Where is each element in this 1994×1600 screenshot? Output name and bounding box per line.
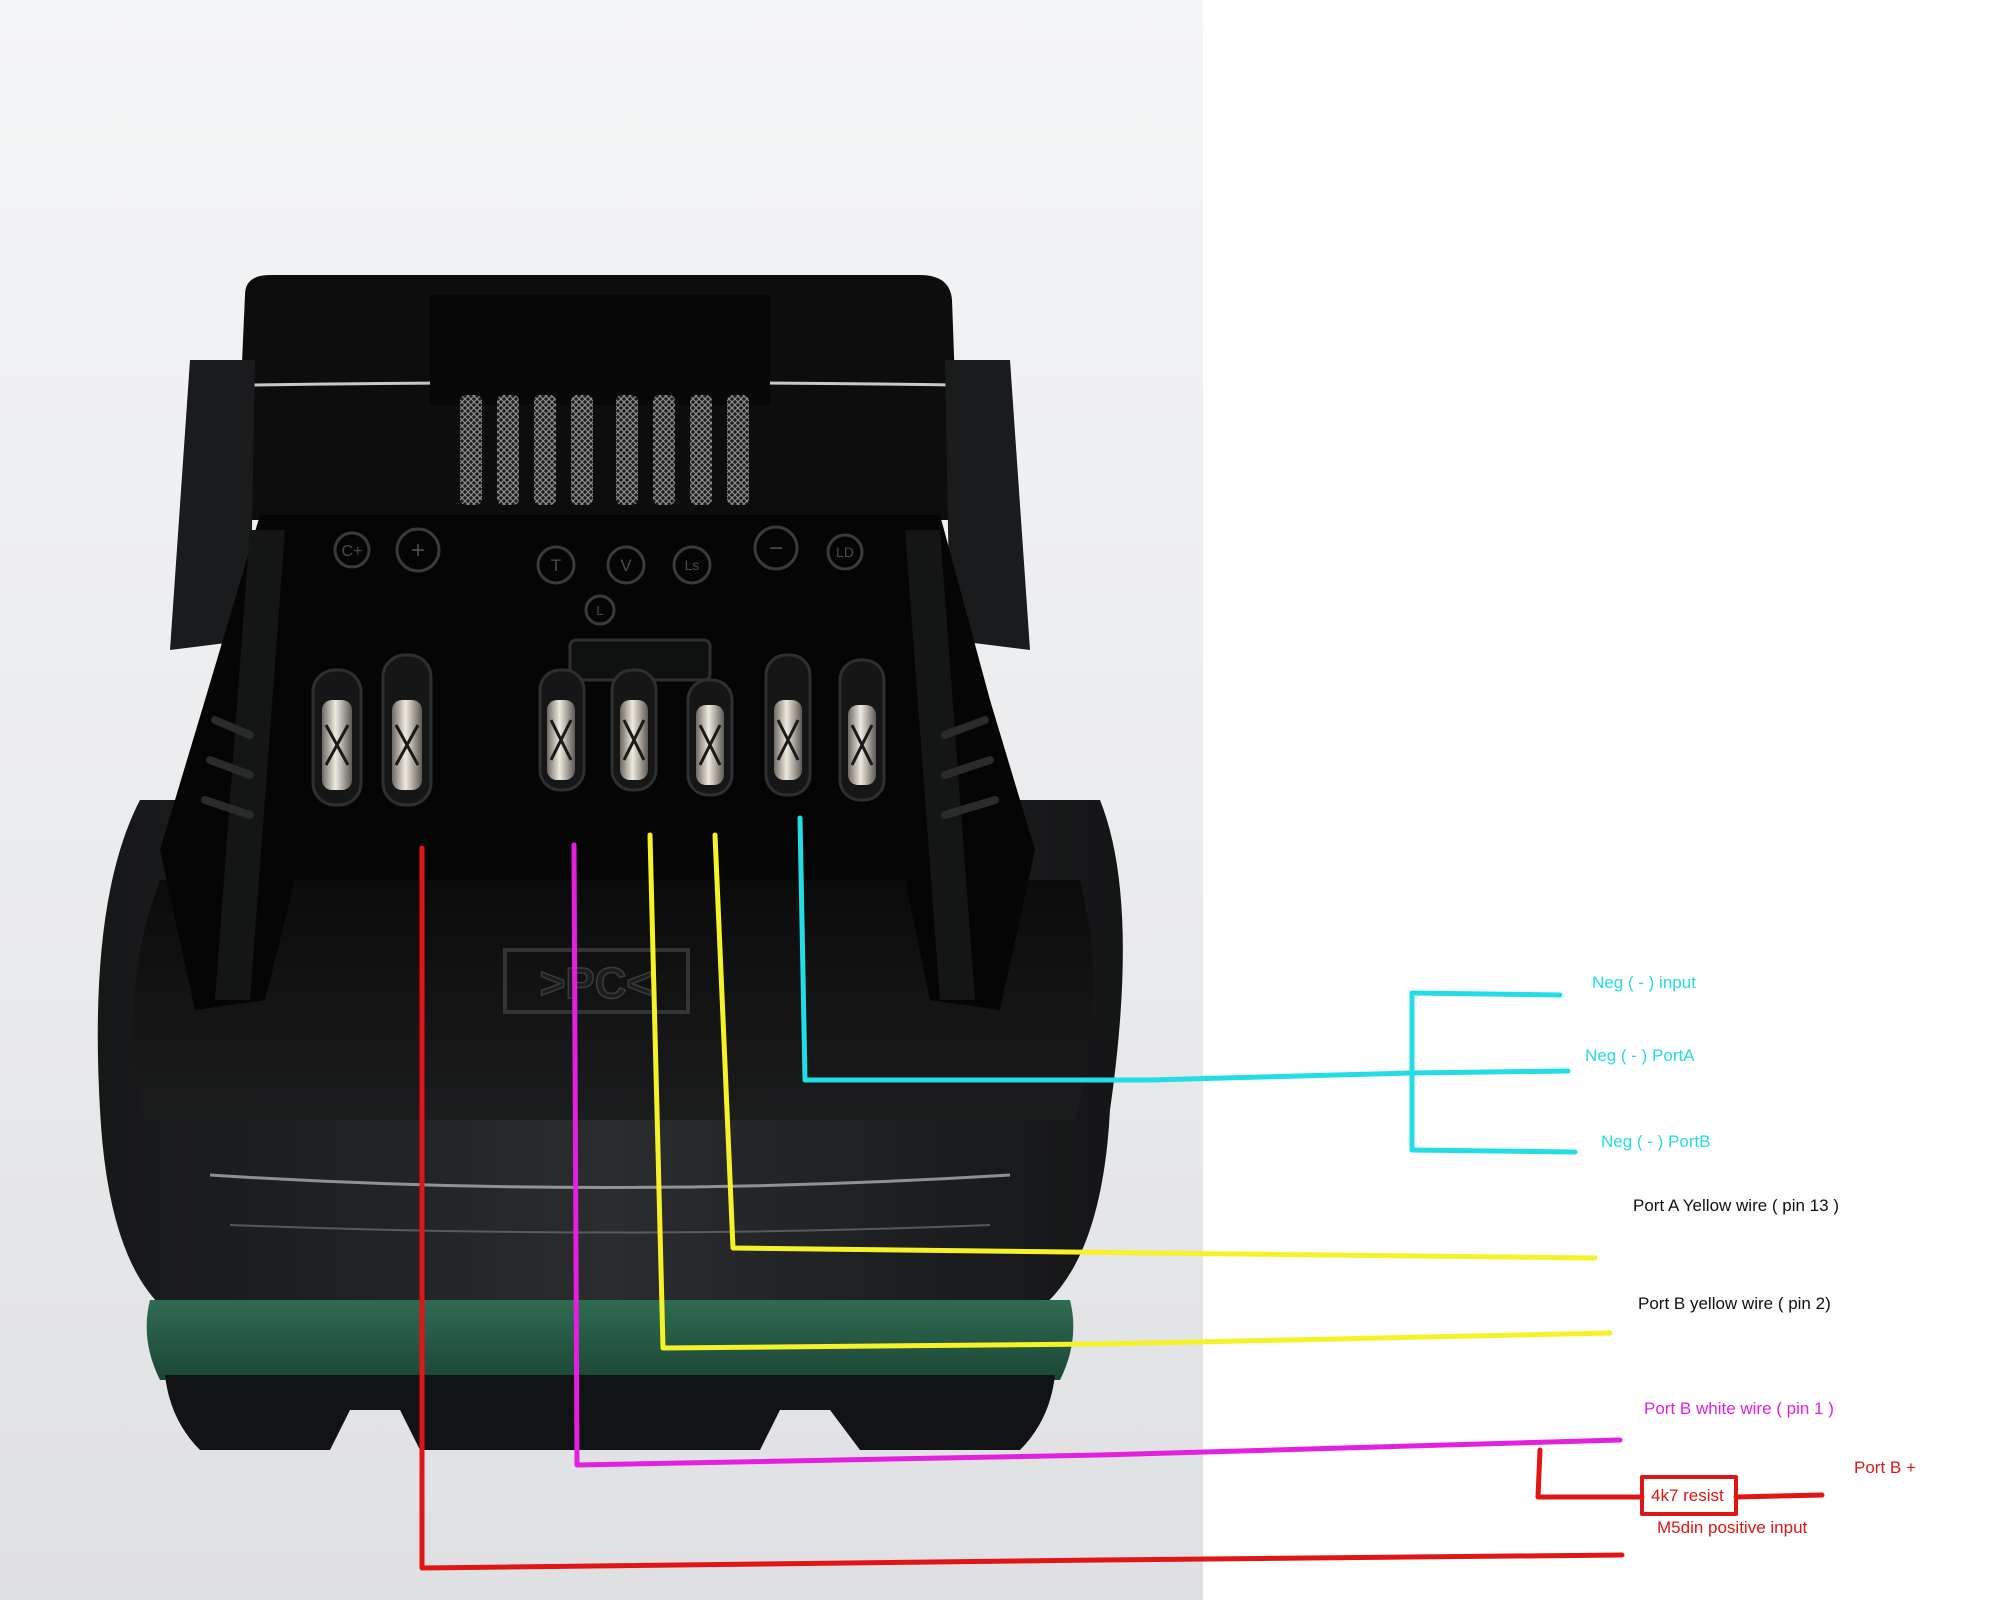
marking-t: T (551, 556, 561, 575)
battery-green-band (146, 1300, 1074, 1380)
label-neg-port-a: Neg ( - ) PortA (1585, 1046, 1695, 1065)
pc-logo: >PC< (540, 959, 653, 1008)
label-resistor: 4k7 resist (1651, 1486, 1724, 1505)
label-m5din-positive: M5din positive input (1657, 1518, 1808, 1537)
wire-resistor-branch (1535, 1447, 1645, 1500)
label-port-a-yellow: Port A Yellow wire ( pin 13 ) (1633, 1196, 1840, 1215)
wire-neg-port-a (1409, 1068, 1571, 1076)
marking-ls: Ls (685, 557, 700, 573)
label-port-b-white: Port B white wire ( pin 1 ) (1644, 1399, 1834, 1418)
marking-v: V (620, 556, 632, 575)
marking-ld: LD (836, 544, 854, 560)
marking-plus: + (411, 537, 425, 564)
battery-base (165, 1375, 1055, 1450)
marking-c-plus: C+ (342, 543, 363, 560)
battery-wiring-canvas: C+ + T V Ls L − LD >PC< (0, 0, 1825, 1600)
wire-neg-input (1409, 990, 1563, 998)
marking-l: L (596, 603, 603, 618)
vent-block (430, 295, 770, 405)
wire-neg-port-b (1409, 1147, 1578, 1155)
label-port-b-plus: Port B + (1854, 1458, 1916, 1477)
label-neg-port-b: Neg ( - ) PortB (1601, 1132, 1711, 1151)
marking-minus: − (769, 535, 783, 562)
label-neg-input: Neg ( - ) input (1592, 973, 1696, 992)
battery-pack: C+ + T V Ls L − LD >PC< (97, 275, 1123, 1450)
label-port-b-yellow: Port B yellow wire ( pin 2) (1638, 1294, 1831, 1313)
wiring-diagram: C+ + T V Ls L − LD >PC< Neg (-) input … (0, 0, 1994, 1600)
wire-port-b-plus (1733, 1492, 1825, 1500)
